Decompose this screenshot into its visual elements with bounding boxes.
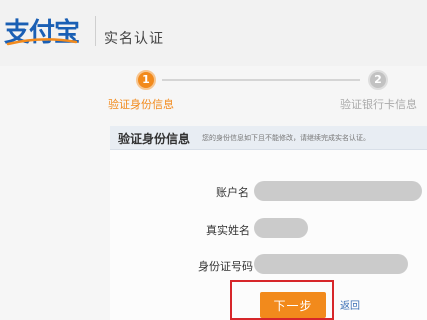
alipay-logo[interactable]: 支付宝 — [4, 10, 88, 48]
section-note: 您的身份信息如下且不能修改，请继续完成实名认证。 — [202, 134, 370, 142]
section-header: 验证身份信息 您的身份信息如下且不能修改，请继续完成实名认证。 — [110, 126, 427, 150]
account-name-value-redacted — [254, 181, 422, 201]
progress-steps: 1 2 验证身份信息 验证银行卡信息 — [0, 66, 427, 118]
logo-swoosh-icon — [6, 38, 78, 46]
next-step-button[interactable]: 下一步 — [260, 292, 326, 318]
step-2-label: 验证银行卡信息 — [340, 98, 417, 111]
id-number-value-redacted — [254, 254, 408, 274]
section-title: 验证身份信息 — [118, 132, 191, 146]
real-name-label: 真实姓名 — [206, 224, 250, 237]
step-1-indicator: 1 — [136, 70, 156, 90]
account-name-label: 账户名 — [216, 186, 249, 199]
page-title: 实名认证 — [104, 31, 164, 47]
page-header: 支付宝 实名认证 — [0, 0, 427, 66]
back-link[interactable]: 返回 — [340, 297, 360, 312]
step-connector-line — [162, 79, 360, 81]
header-divider — [95, 16, 96, 46]
step-1-label: 验证身份信息 — [108, 98, 174, 111]
real-name-value-redacted — [254, 218, 308, 238]
id-number-label: 身份证号码 — [198, 260, 253, 273]
step-2-indicator: 2 — [368, 70, 388, 90]
